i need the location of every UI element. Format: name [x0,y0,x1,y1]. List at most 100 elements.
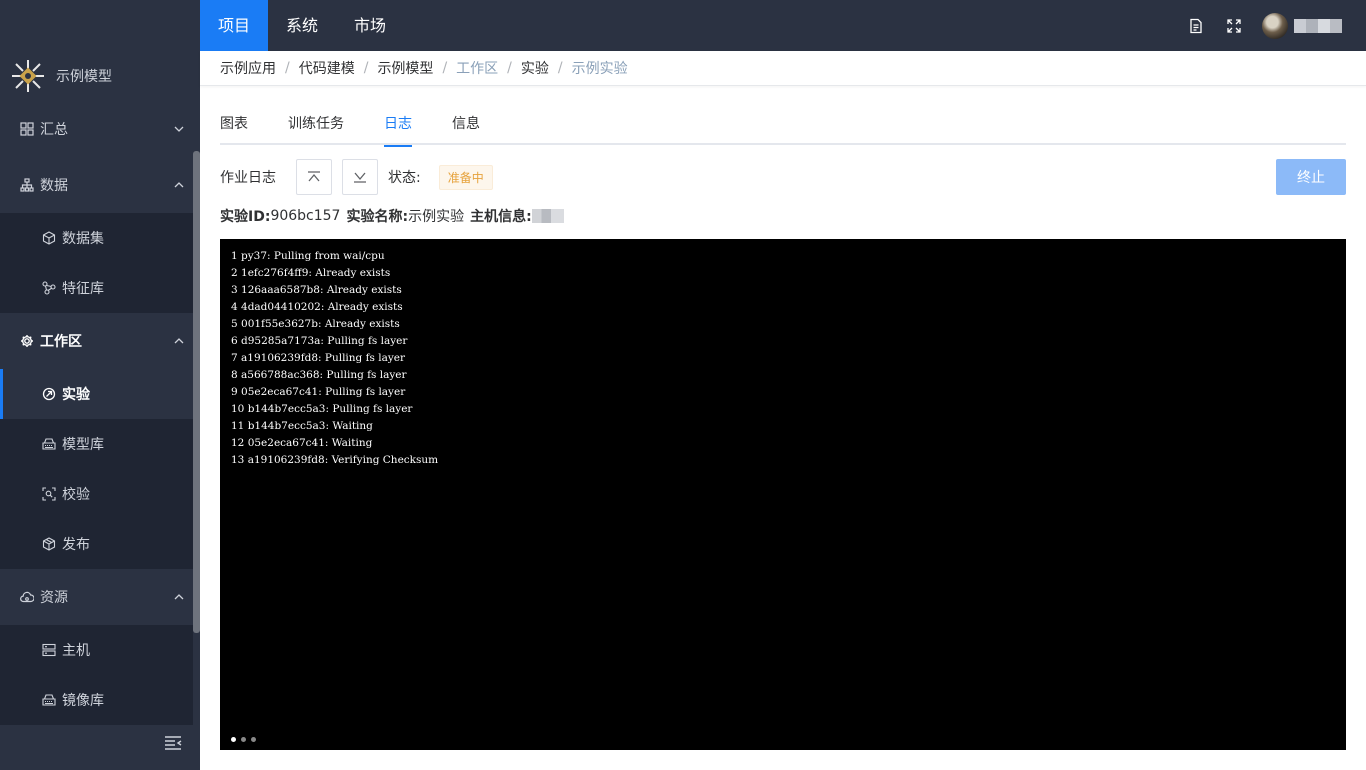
log-line: 4 4dad04410202: Already exists [231,301,403,313]
sidebar-submenu-data: 数据集 特征库 [0,213,193,313]
log-line: 8 a566788ac368: Pulling fs layer [231,369,407,381]
experiment-info: 实验ID: 906bc157 实验名称: 示例实验 主机信息: [220,206,564,226]
model-icon [42,693,56,707]
loading-dot [251,737,256,742]
breadcrumb-separator: / [507,60,512,76]
experiment-id-label: 实验ID: [220,209,271,225]
sidebar-scrollbar-thumb[interactable] [193,151,200,633]
scroll-to-top-button[interactable] [296,159,332,195]
status-badge: 准备中 [438,164,493,190]
sidebar-item-feature-store[interactable]: 特征库 [0,263,193,313]
hierarchy-icon [20,178,34,192]
brand-title: 示例模型 [56,69,112,85]
sidebar-group-summary[interactable]: 汇总 [0,101,193,157]
sidebar-group-label: 汇总 [40,122,68,138]
fullscreen-icon[interactable] [1224,16,1244,36]
job-log-label: 作业日志 [220,170,276,186]
sidebar-group-label: 数据 [40,178,68,194]
sidebar-group-workspace[interactable]: 工作区 [0,313,193,369]
sidebar-item-label: 数据集 [62,231,104,247]
tab-info[interactable]: 信息 [452,106,480,145]
experiment-icon [42,387,56,401]
grid-icon [20,122,34,136]
loading-dots [231,737,261,742]
collapse-sidebar-icon[interactable] [164,735,184,753]
gear-icon [20,334,34,348]
sidebar-item-label: 校验 [62,487,90,503]
top-nav-item-project[interactable]: 项目 [200,0,269,51]
log-line: 10 b144b7ecc5a3: Pulling fs layer [231,403,413,415]
box-icon [42,537,56,551]
breadcrumb-separator: / [442,60,448,76]
sidebar-menu: 汇总 数据 数据集 特征库 工作区 实验 模型库 校验 发布 资源 主机 镜像库 [0,101,193,725]
log-line: 13 a19106239fd8: Verifying Checksum [231,454,439,466]
chevron-down-icon [174,126,184,132]
top-bar: 项目 系统 市场 [0,0,1366,51]
sidebar-group-data[interactable]: 数据 [0,157,193,213]
sidebar-item-image-repo[interactable]: 镜像库 [0,675,193,725]
tab-training-tasks[interactable]: 训练任务 [288,106,344,145]
breadcrumb-separator: / [285,60,290,76]
log-terminal[interactable]: 1 py37: Pulling from wai/cpu 2 1efc276f4… [220,239,1346,750]
experiment-id-value: 906bc157 [270,208,341,224]
sidebar-item-label: 模型库 [62,437,104,453]
breadcrumb-item[interactable]: 工作区 [456,58,498,78]
sidebar-group-resources[interactable]: 资源 [0,569,193,625]
log-line: 6 d95285a7173a: Pulling fs layer [231,335,408,347]
top-nav-item-system[interactable]: 系统 [268,0,336,51]
experiment-name-label: 实验名称: [346,209,409,225]
breadcrumb-item[interactable]: 代码建模 [299,58,355,78]
breadcrumb: 示例应用 / 代码建模 / 示例模型 / 工作区 / 实验 / 示例实验 [200,51,1366,86]
sidebar-item-label: 实验 [62,387,90,403]
chevron-up-icon [174,182,184,188]
nodes-icon [42,281,56,295]
scroll-to-bottom-button[interactable] [342,159,378,195]
log-line: 7 a19106239fd8: Pulling fs layer [231,352,406,364]
sidebar-group-label: 工作区 [40,334,82,350]
tab-logs[interactable]: 日志 [384,106,412,147]
server-icon [42,643,56,657]
experiment-name-value: 示例实验 [408,209,465,225]
sidebar: 示例模型 汇总 数据 数据集 特征库 工作区 实验 模型库 校验 发布 资源 主… [0,51,200,770]
model-icon [42,437,56,451]
log-line: 5 001f55e3627b: Already exists [231,318,400,330]
scan-icon [42,487,56,501]
brand[interactable]: 示例模型 [0,51,200,101]
log-line: 9 05e2eca67c41: Pulling fs layer [231,386,406,398]
cloud-icon [20,590,34,604]
breadcrumb-item[interactable]: 实验 [521,58,549,78]
logo-icon [12,60,44,92]
sidebar-scrollbar[interactable] [193,101,200,770]
sidebar-item-experiment[interactable]: 实验 [0,369,193,419]
sidebar-submenu-workspace: 实验 模型库 校验 发布 [0,369,193,569]
loading-dot [231,737,236,742]
breadcrumb-item[interactable]: 示例模型 [377,58,433,78]
log-line: 3 126aaa6587b8: Already exists [231,284,402,296]
username-blurred[interactable] [1294,18,1342,33]
tab-charts[interactable]: 图表 [220,106,248,145]
sidebar-item-validation[interactable]: 校验 [0,469,193,519]
chevron-up-icon [174,594,184,600]
host-info-blurred [531,209,564,223]
arrow-to-top-icon [308,171,320,182]
detail-tabs: 图表 训练任务 日志 信息 [220,106,1346,147]
sidebar-submenu-resources: 主机 镜像库 [0,625,193,725]
log-line: 2 1efc276f4ff9: Already exists [231,267,391,279]
sidebar-item-label: 镜像库 [62,693,104,709]
breadcrumb-item[interactable]: 示例应用 [220,58,276,78]
sidebar-item-model-repo[interactable]: 模型库 [0,419,193,469]
avatar[interactable] [1262,12,1288,39]
sidebar-item-host[interactable]: 主机 [0,625,193,675]
loading-dot [241,737,246,742]
document-icon[interactable] [1186,16,1206,36]
sidebar-item-label: 主机 [62,643,90,659]
top-right-tools [1186,0,1366,51]
status-label: 状态: [388,170,421,186]
sidebar-item-dataset[interactable]: 数据集 [0,213,193,263]
top-nav: 项目 系统 市场 [200,0,404,51]
log-toolbar: 作业日志 状态: 准备中 终止 [220,159,1346,195]
log-line: 1 py37: Pulling from wai/cpu [231,250,385,262]
stop-button[interactable]: 终止 [1276,159,1346,195]
top-nav-item-market[interactable]: 市场 [336,0,404,51]
sidebar-item-publish[interactable]: 发布 [0,519,193,569]
